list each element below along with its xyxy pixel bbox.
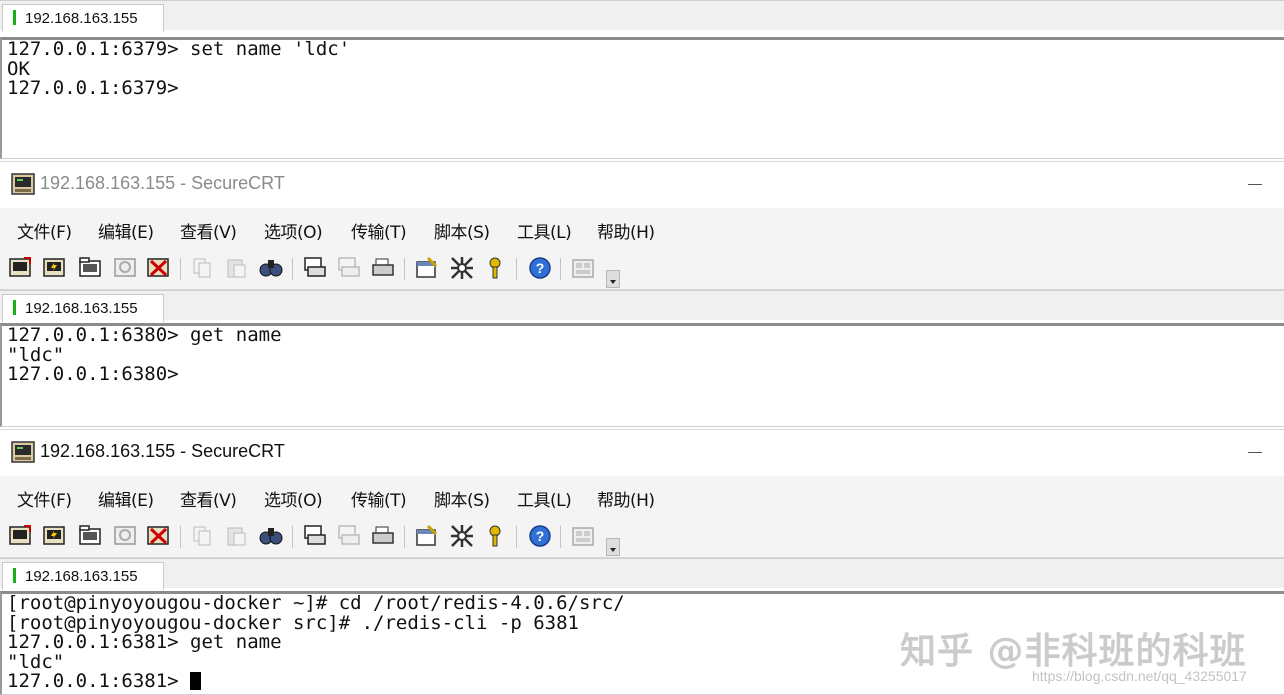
toolbar-2: ? (0, 248, 1284, 290)
print-selection-icon[interactable] (336, 523, 362, 549)
terminal-line: 127.0.0.1:6380> (7, 363, 179, 385)
toolbar-separator (516, 526, 517, 548)
menu-script[interactable]: 脚本(S) (434, 486, 490, 511)
toolbar-separator (292, 526, 293, 548)
terminal-line: 127.0.0.1:6380> get name (7, 324, 282, 346)
menu-options[interactable]: 选项(O) (264, 218, 323, 243)
session-tab-3[interactable]: 192.168.163.155 (2, 562, 164, 590)
toolbar-separator (292, 258, 293, 280)
reconnect-icon[interactable] (112, 523, 138, 549)
session-options-icon[interactable] (414, 255, 440, 281)
menu-help[interactable]: 帮助(H) (597, 218, 655, 243)
terminal-pane-2[interactable]: 127.0.0.1:6380> get name "ldc" 127.0.0.1… (0, 323, 1284, 427)
quick-connect-icon[interactable] (42, 523, 68, 549)
toolbar-overflow-button[interactable] (606, 538, 620, 556)
svg-text:?: ? (536, 260, 545, 276)
print-screen-icon[interactable] (302, 255, 328, 281)
disconnect-icon[interactable] (146, 255, 172, 281)
terminal-line: "ldc" (7, 343, 65, 366)
keymap-icon[interactable] (482, 255, 508, 281)
session-options-icon[interactable] (414, 523, 440, 549)
reconnect-icon[interactable] (112, 255, 138, 281)
menu-edit[interactable]: 编辑(E) (98, 218, 154, 243)
connect-icon[interactable] (8, 523, 34, 549)
copy-icon[interactable] (190, 255, 216, 281)
quick-connect-icon[interactable] (42, 255, 68, 281)
window-titlebar-3: 192.168.163.155 - SecureCRT (0, 429, 1284, 475)
connect-in-tab-icon[interactable] (78, 523, 104, 549)
menu-script[interactable]: 脚本(S) (434, 218, 490, 243)
terminal-line: OK (7, 57, 30, 80)
connected-indicator-icon (13, 10, 16, 25)
connected-indicator-icon (13, 568, 16, 583)
disconnect-icon[interactable] (146, 523, 172, 549)
connect-icon[interactable] (8, 255, 34, 281)
menu-edit[interactable]: 编辑(E) (98, 486, 154, 511)
paste-icon[interactable] (224, 523, 250, 549)
copy-icon[interactable] (190, 523, 216, 549)
menu-view[interactable]: 查看(V) (180, 218, 237, 243)
menu-tools[interactable]: 工具(L) (517, 486, 572, 511)
tab-bar-2: 192.168.163.155 (0, 290, 1284, 322)
menu-transfer[interactable]: 传输(T) (351, 218, 407, 243)
window-titlebar-2: 192.168.163.155 - SecureCRT (0, 161, 1284, 207)
text-cursor (190, 672, 202, 690)
window-title: 192.168.163.155 - SecureCRT (40, 441, 285, 461)
session-tab-2[interactable]: 192.168.163.155 (2, 294, 164, 322)
find-icon[interactable] (258, 523, 284, 549)
menu-help[interactable]: 帮助(H) (597, 486, 655, 511)
menu-file[interactable]: 文件(F) (17, 218, 72, 243)
session-tab-1[interactable]: 192.168.163.155 (2, 4, 164, 32)
svg-text:?: ? (536, 528, 545, 544)
terminal-pane-1[interactable]: 127.0.0.1:6379> set name 'ldc' OK 127.0.… (0, 37, 1284, 159)
tile-windows-icon[interactable] (570, 523, 596, 549)
help-icon[interactable]: ? (527, 523, 553, 549)
toolbar-separator (404, 258, 405, 280)
minimize-button[interactable] (1248, 184, 1262, 185)
help-icon[interactable]: ? (527, 255, 553, 281)
connect-in-tab-icon[interactable] (78, 255, 104, 281)
tab-bar-3: 192.168.163.155 (0, 558, 1284, 590)
toolbar-separator (560, 258, 561, 280)
toolbar-overflow-button[interactable] (606, 270, 620, 288)
menu-view[interactable]: 查看(V) (180, 486, 237, 511)
terminal-line: [root@pinyoyougou-docker ~]# cd /root/re… (7, 592, 625, 614)
print-selection-icon[interactable] (336, 255, 362, 281)
zhihu-watermark: 知乎 @非科班的科班 (900, 631, 1247, 672)
toolbar-separator (516, 258, 517, 280)
terminal-line: 127.0.0.1:6379> (7, 77, 179, 99)
menu-file[interactable]: 文件(F) (17, 486, 72, 511)
menu-bar-3: 文件(F) 编辑(E) 查看(V) 选项(O) 传输(T) 脚本(S) 工具(L… (0, 476, 1284, 516)
find-icon[interactable] (258, 255, 284, 281)
toolbar-separator (404, 526, 405, 548)
menu-options[interactable]: 选项(O) (264, 486, 323, 511)
print-screen-icon[interactable] (302, 523, 328, 549)
csdn-watermark-url: https://blog.csdn.net/qq_43255017 (1032, 668, 1247, 684)
print-icon[interactable] (370, 255, 396, 281)
global-options-icon[interactable] (449, 523, 475, 549)
paste-icon[interactable] (224, 255, 250, 281)
minimize-button[interactable] (1248, 452, 1262, 453)
securecrt-app-icon (11, 441, 35, 463)
toolbar-3: ? (0, 516, 1284, 558)
connected-indicator-icon (13, 300, 16, 315)
menu-bar-2: 文件(F) 编辑(E) 查看(V) 选项(O) 传输(T) 脚本(S) 工具(L… (0, 208, 1284, 248)
menu-transfer[interactable]: 传输(T) (351, 486, 407, 511)
tab-bar-1: 192.168.163.155 (0, 0, 1284, 32)
keymap-icon[interactable] (482, 523, 508, 549)
securecrt-app-icon (11, 173, 35, 195)
global-options-icon[interactable] (449, 255, 475, 281)
toolbar-separator (560, 526, 561, 548)
toolbar-separator (180, 258, 181, 280)
toolbar-separator (180, 526, 181, 548)
print-icon[interactable] (370, 523, 396, 549)
tile-windows-icon[interactable] (570, 255, 596, 281)
window-title: 192.168.163.155 - SecureCRT (40, 173, 285, 193)
terminal-prompt: 127.0.0.1:6381> (7, 670, 191, 692)
menu-tools[interactable]: 工具(L) (517, 218, 572, 243)
terminal-line: 127.0.0.1:6379> set name 'ldc' (7, 38, 351, 60)
